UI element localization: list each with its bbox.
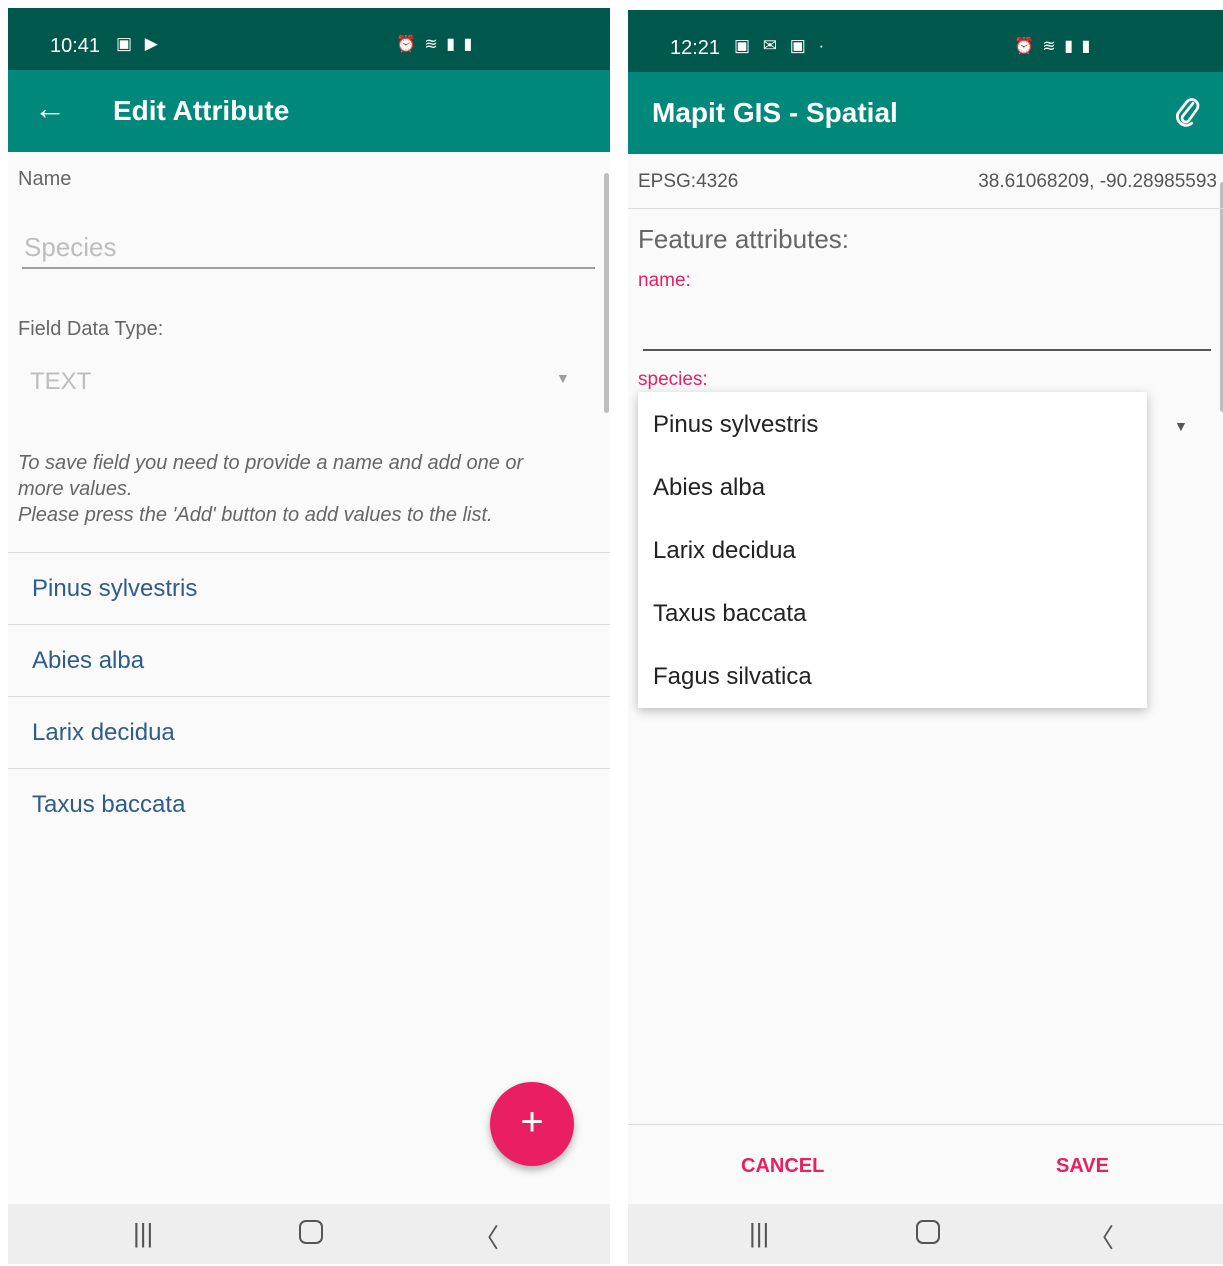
home-icon[interactable] [299,1220,323,1244]
divider [628,208,1223,209]
help-text: To save field you need to provide a name… [18,450,603,528]
name-label: Name [18,168,72,190]
name-field[interactable] [643,349,1211,351]
dropdown-arrow-icon[interactable]: ▼ [1174,418,1188,434]
cancel-button[interactable]: CANCEL [741,1155,824,1178]
page-title: Edit Attribute [113,95,290,126]
system-nav-bar: ||| 〈 [628,1204,1223,1264]
recents-icon[interactable]: ||| [133,1218,153,1249]
divider [8,768,610,769]
dropdown-option[interactable]: Fagus silvatica [653,663,812,691]
page-title: Mapit GIS - Spatial [652,97,898,128]
divider [8,696,610,697]
dropdown-option[interactable]: Abies alba [653,474,765,502]
divider [8,552,610,553]
home-icon[interactable] [916,1220,940,1244]
notification-icons: ▣ ✉ ▣ · [734,36,829,55]
status-time: 10:41 [50,35,101,57]
status-bar: 10:41 ▣ ▶ ⏰ ≋ ▮ ▮ [8,8,610,70]
scrollbar[interactable] [604,173,609,413]
type-select[interactable]: TEXT [30,368,91,396]
add-button[interactable]: + [490,1082,574,1166]
section-title: Feature attributes: [638,224,849,254]
app-bar: Mapit GIS - Spatial [628,72,1223,154]
notification-icons: ▣ ▶ [116,34,162,53]
system-status-icons: ⏰ ≋ ▮ ▮ [1014,38,1093,55]
help-line: To save field you need to provide a name… [18,452,524,474]
name-input[interactable]: Species [24,232,117,263]
name-input-underline [22,267,595,269]
system-nav-bar: ||| 〈 [8,1204,610,1264]
save-button[interactable]: SAVE [1056,1155,1109,1178]
status-time: 12:21 [670,37,721,59]
paperclip-icon[interactable] [1173,94,1203,130]
species-dropdown-menu: Pinus sylvestris Abies alba Larix decidu… [638,392,1147,708]
add-icon: + [520,1100,544,1144]
type-label: Field Data Type: [18,318,164,340]
back-nav-icon[interactable]: 〈 [1088,1218,1114,1255]
dropdown-arrow-icon[interactable]: ▼ [556,370,570,386]
status-bar: 12:21 ▣ ✉ ▣ · ⏰ ≋ ▮ ▮ [628,10,1223,72]
app-bar: ← Edit Attribute [8,70,610,152]
dropdown-option[interactable]: Taxus baccata [653,600,806,628]
crs-label: EPSG:4326 [638,171,739,192]
value-item[interactable]: Pinus sylvestris [32,575,197,603]
help-line: Please press the 'Add' button to add val… [18,504,493,526]
divider [628,1124,1223,1125]
name-label: name: [638,270,691,291]
species-label: species: [638,369,708,390]
help-line: more values. [18,478,133,500]
dropdown-option[interactable]: Pinus sylvestris [653,411,818,439]
value-item[interactable]: Abies alba [32,647,144,675]
system-status-icons: ⏰ ≋ ▮ ▮ [396,36,475,53]
value-item[interactable]: Taxus baccata [32,791,185,819]
edit-attribute-screen: 10:41 ▣ ▶ ⏰ ≋ ▮ ▮ ← Edit Attribute Name … [8,8,610,1264]
coordinates-label: 38.61068209, -90.28985593 [978,171,1217,192]
back-nav-icon[interactable]: 〈 [473,1218,499,1255]
value-item[interactable]: Larix decidua [32,719,175,747]
dropdown-option[interactable]: Larix decidua [653,537,796,565]
divider [8,624,610,625]
recents-icon[interactable]: ||| [749,1218,769,1249]
back-arrow-icon[interactable]: ← [34,92,66,124]
feature-attributes-screen: 12:21 ▣ ✉ ▣ · ⏰ ≋ ▮ ▮ Mapit GIS - Spatia… [628,10,1223,1264]
